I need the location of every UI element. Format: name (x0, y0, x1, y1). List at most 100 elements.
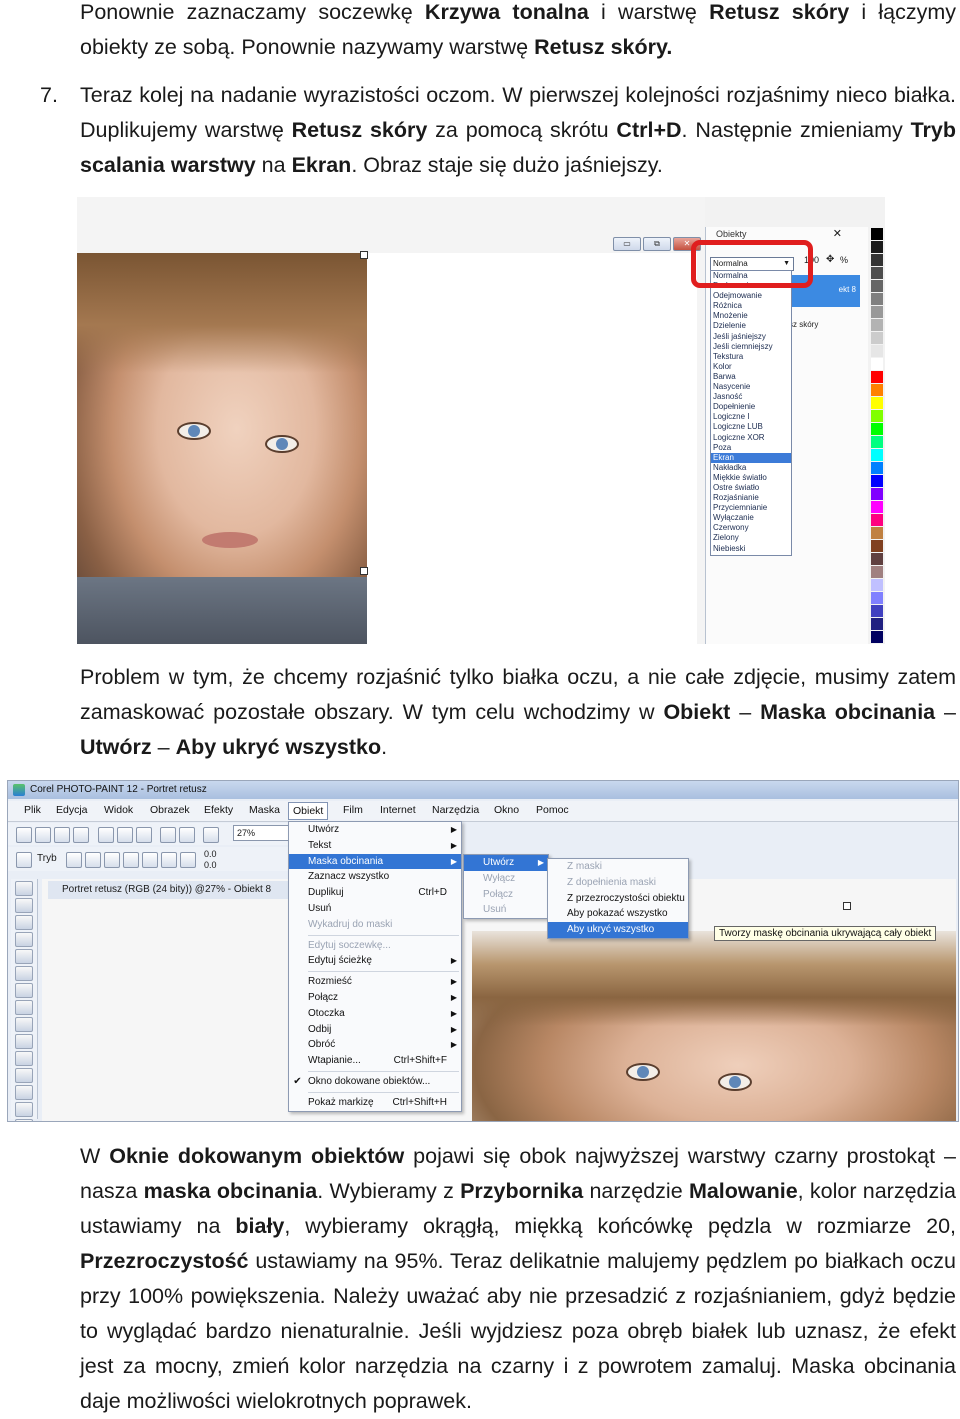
tool-icon[interactable] (15, 1034, 33, 1049)
color-swatch[interactable] (871, 540, 883, 552)
menu-obrazek[interactable]: Obrazek (150, 804, 190, 816)
menu-item[interactable]: Odbij ▶ (289, 1022, 461, 1038)
blend-mode-option[interactable]: Wyłączanie (711, 513, 791, 523)
paste-icon[interactable] (136, 827, 152, 843)
scale-icon[interactable] (142, 852, 158, 868)
color-swatch[interactable] (871, 345, 883, 357)
selection-handle[interactable] (843, 902, 851, 910)
color-swatch[interactable] (871, 319, 883, 331)
move-icon[interactable] (66, 852, 82, 868)
menu-item[interactable]: Maska obcinania ▶ (289, 853, 461, 870)
color-swatch[interactable] (871, 449, 883, 461)
tool-icon[interactable] (15, 1102, 33, 1117)
distort-icon[interactable] (104, 852, 120, 868)
menu-item[interactable]: Duplikuj Ctrl+D (289, 885, 461, 901)
tool-icon[interactable] (15, 966, 33, 981)
mask-mode-icon[interactable] (16, 852, 32, 868)
blend-mode-option[interactable]: Poza (711, 443, 791, 453)
tool-icon[interactable] (15, 949, 33, 964)
print-icon[interactable] (73, 827, 89, 843)
blend-mode-option[interactable]: Mnożenie (711, 311, 791, 321)
tool-icon[interactable] (15, 1085, 33, 1100)
menu-narzędzia[interactable]: Narzędzia (432, 804, 479, 816)
blend-mode-option[interactable]: Dopełnienie (711, 402, 791, 412)
menu-item[interactable]: Obróć ▶ (289, 1037, 461, 1053)
new-icon[interactable] (16, 827, 32, 843)
zoom-select[interactable]: 27% (233, 825, 294, 841)
close-icon[interactable]: ✕ (833, 227, 842, 240)
selection-handle[interactable] (360, 567, 368, 575)
color-swatch[interactable] (871, 527, 883, 539)
menu-internet[interactable]: Internet (380, 804, 416, 816)
color-swatch[interactable] (871, 410, 883, 422)
menu-okno[interactable]: Okno (494, 804, 519, 816)
color-swatch[interactable] (871, 436, 883, 448)
tool-icon[interactable] (15, 1051, 33, 1066)
save-icon[interactable] (54, 827, 70, 843)
blend-mode-option[interactable]: Jasność (711, 392, 791, 402)
color-swatch[interactable] (871, 631, 883, 643)
color-swatch[interactable] (871, 579, 883, 591)
color-swatch[interactable] (871, 358, 883, 370)
perspective-icon[interactable] (161, 852, 177, 868)
position-fields[interactable]: 0.0 0.0 (204, 849, 217, 871)
menu-efekty[interactable]: Efekty (204, 804, 233, 816)
menu-item[interactable]: Wtapianie... Ctrl+Shift+F (289, 1053, 461, 1069)
menu-obiekt[interactable]: Obiekt (288, 802, 329, 820)
layer-name[interactable]: sz skóry (789, 320, 818, 329)
color-swatch[interactable] (871, 293, 883, 305)
menu-item[interactable]: Okno dokowane obiektów... ✔ (289, 1074, 461, 1090)
tool-icon[interactable] (15, 1017, 33, 1032)
menu-item[interactable]: Zaznacz wszystko (289, 869, 461, 885)
tool-icon[interactable] (15, 983, 33, 998)
color-swatch[interactable] (871, 332, 883, 344)
color-swatch[interactable] (871, 501, 883, 513)
blend-mode-option[interactable]: Niebieski (711, 544, 791, 554)
blend-mode-option[interactable]: Jeśli ciemniejszy (711, 342, 791, 352)
blend-mode-option[interactable]: Barwa (711, 372, 791, 382)
menu-item[interactable]: Otoczka ▶ (289, 1006, 461, 1022)
tool-icon[interactable] (15, 898, 33, 913)
color-swatch[interactable] (871, 267, 883, 279)
open-icon[interactable] (35, 827, 51, 843)
blend-mode-option[interactable]: Kolor (711, 362, 791, 372)
redo-icon[interactable] (179, 827, 195, 843)
color-swatch[interactable] (871, 462, 883, 474)
blend-mode-option[interactable]: Logiczne I (711, 412, 791, 422)
menu-item[interactable]: Pokaż markizę Ctrl+Shift+H (289, 1095, 461, 1111)
blend-mode-option[interactable]: Nakładka (711, 463, 791, 473)
flip-icon[interactable] (180, 852, 196, 868)
color-swatch[interactable] (871, 280, 883, 292)
menu-item[interactable]: Usuń (289, 901, 461, 917)
blend-mode-option[interactable]: Zielony (711, 533, 791, 543)
menu-item[interactable]: Aby pokazać wszystko (548, 906, 688, 922)
menu-pomoc[interactable]: Pomoc (536, 804, 569, 816)
menu-edycja[interactable]: Edycja (56, 804, 88, 816)
color-swatch[interactable] (871, 397, 883, 409)
menu-item[interactable]: Edytuj ścieżkę ▶ (289, 953, 461, 969)
color-swatch[interactable] (871, 592, 883, 604)
tool-icon[interactable] (15, 1119, 33, 1121)
color-swatch[interactable] (871, 553, 883, 565)
menu-item[interactable]: Rozmieść ▶ (289, 974, 461, 990)
tool-icon[interactable] (15, 932, 33, 947)
copy-icon[interactable] (117, 827, 133, 843)
blend-mode-option[interactable]: Jeśli jaśniejszy (711, 332, 791, 342)
y-value[interactable]: 0.0 (204, 860, 217, 871)
x-value[interactable]: 0.0 (204, 849, 217, 860)
menu-film[interactable]: Film (343, 804, 363, 816)
blend-mode-option[interactable]: Nasycenie (711, 382, 791, 392)
lock-icon[interactable]: ✥ (826, 254, 834, 265)
tool-icon[interactable] (15, 915, 33, 930)
menu-item[interactable]: Aby ukryć wszystko (548, 922, 688, 938)
color-swatch[interactable] (871, 371, 883, 383)
menu-item[interactable]: Z przezroczystości obiektu (548, 891, 688, 907)
blend-mode-option[interactable]: Tekstura (711, 352, 791, 362)
blend-mode-option[interactable]: Przyciemnianie (711, 503, 791, 513)
blend-mode-option[interactable]: Odejmowanie (711, 291, 791, 301)
minimize-button[interactable]: ▭ (613, 237, 641, 251)
undo-icon[interactable] (160, 827, 176, 843)
color-swatch[interactable] (871, 423, 883, 435)
skew-icon[interactable] (123, 852, 139, 868)
color-swatch[interactable] (871, 241, 883, 253)
